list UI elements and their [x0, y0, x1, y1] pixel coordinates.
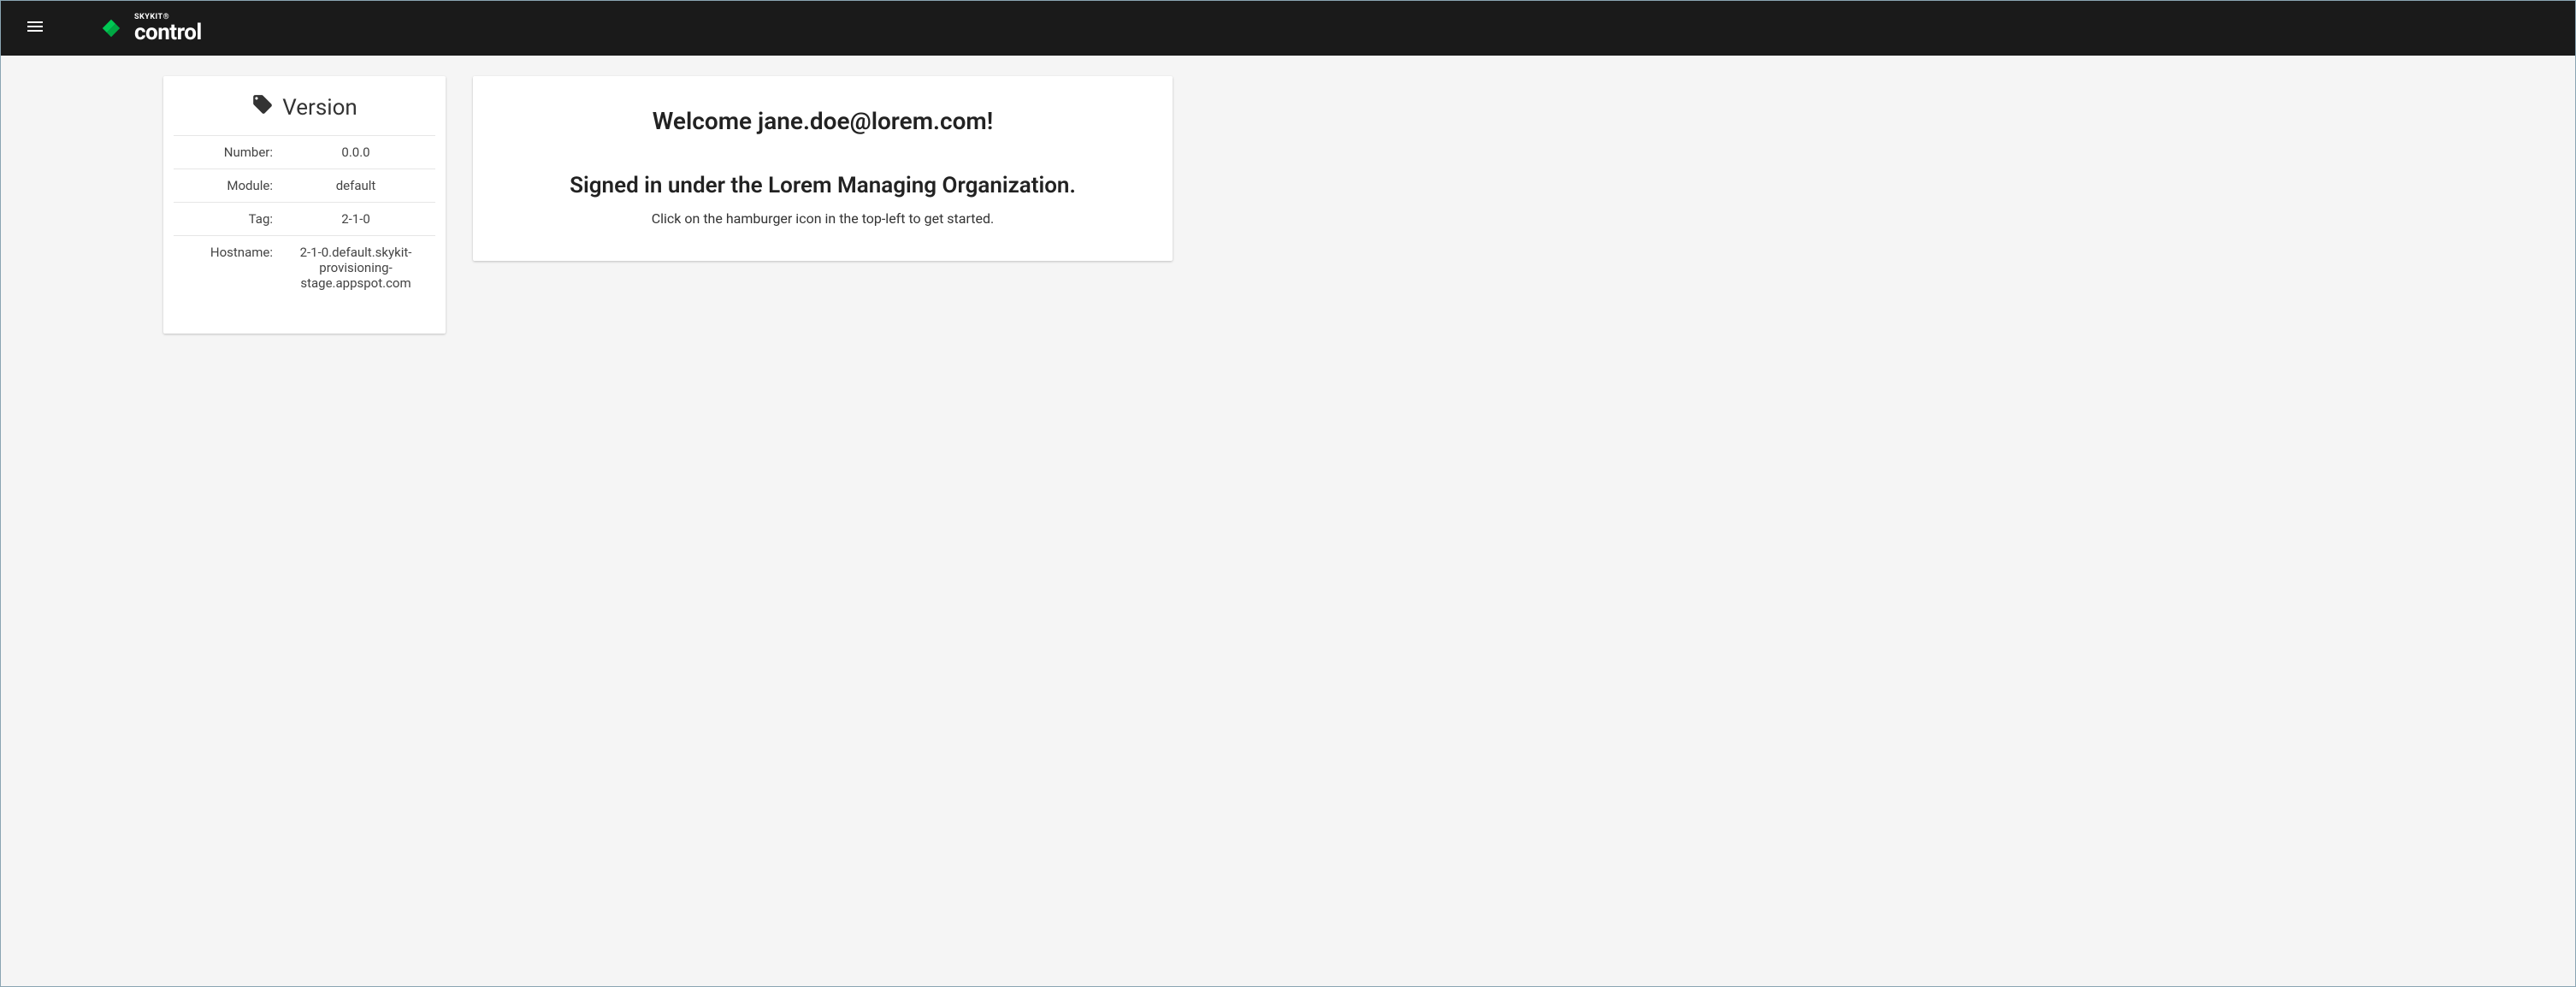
version-card-title: Version [174, 93, 435, 135]
version-value: 0.0.0 [280, 145, 432, 160]
tag-icon [251, 93, 274, 121]
hamburger-icon [25, 16, 45, 40]
version-value: 2-1-0.default.skykit-provisioning-stage.… [280, 245, 432, 291]
version-value: 2-1-0 [280, 211, 432, 227]
version-value: default [280, 178, 432, 193]
version-card: Version Number: 0.0.0 Module: default Ta… [163, 76, 446, 334]
brand-main-text: control [134, 21, 202, 44]
brand-block: SKYKIT® control [97, 14, 202, 44]
version-row-number: Number: 0.0.0 [174, 135, 435, 168]
version-label: Number: [177, 145, 280, 160]
version-label: Module: [177, 178, 280, 193]
hamburger-menu-button[interactable] [15, 8, 56, 49]
version-row-module: Module: default [174, 168, 435, 202]
version-card-title-text: Version [282, 95, 357, 121]
top-app-bar: SKYKIT® control [1, 1, 2575, 56]
welcome-heading: Welcome jane.doe@lorem.com! [507, 107, 1138, 135]
welcome-subheading: Signed in under the Lorem Managing Organ… [507, 173, 1138, 198]
version-row-tag: Tag: 2-1-0 [174, 202, 435, 235]
version-label: Tag: [177, 211, 280, 227]
welcome-hint-text: Click on the hamburger icon in the top-l… [507, 210, 1138, 227]
version-label: Hostname: [177, 245, 280, 291]
main-content: Version Number: 0.0.0 Module: default Ta… [1, 56, 2575, 354]
version-row-hostname: Hostname: 2-1-0.default.skykit-provision… [174, 235, 435, 299]
welcome-card: Welcome jane.doe@lorem.com! Signed in un… [473, 76, 1173, 261]
brand-logo-icon [97, 14, 126, 43]
